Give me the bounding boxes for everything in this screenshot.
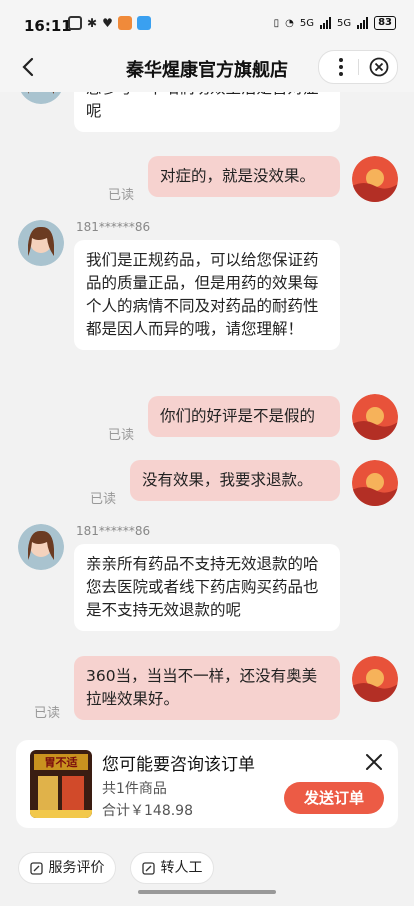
message-bubble: 您参考一下咱们功效主治是否对症呢 — [74, 92, 340, 132]
message-text: 360当，当当不一样，还没有奥美拉唑效果好。 — [86, 667, 318, 708]
status-right: ▯ ◔ 5G 5G 83 — [274, 16, 396, 30]
nfc-icon — [68, 16, 82, 30]
close-icon[interactable] — [364, 752, 384, 772]
battery-icon: 83 — [374, 16, 396, 30]
shield-app-icon — [117, 16, 132, 30]
message-text: 您参考一下咱们功效主治是否对症呢 — [86, 92, 319, 120]
agent-avatar[interactable] — [18, 92, 64, 104]
signal-icon — [319, 17, 331, 29]
vibrate-icon: ▯ — [273, 17, 280, 29]
wifi-icon: ◔ — [285, 17, 294, 29]
user-avatar[interactable] — [352, 656, 398, 702]
message-text: 对症的，就是没效果。 — [160, 167, 316, 185]
message-bubble: 360当，当当不一样，还没有奥美拉唑效果好。 — [74, 656, 340, 720]
order-title: 您可能要咨询该订单 — [102, 755, 255, 775]
message-text: 我们是正规药品，可以给您保证药品的质量正品，但是用药的效果每个人的病情不同及对药… — [86, 251, 319, 338]
message-text: 没有效果，我要求退款。 — [142, 471, 313, 489]
status-bar: 16:11 ✱ ♥ ▯ ◔ 5G 5G 83 — [0, 0, 414, 44]
bluetooth-icon: ✱ — [87, 16, 98, 30]
status-time: 16:11 — [24, 17, 72, 35]
thumb-label: 胃不适 — [45, 755, 78, 769]
heart-icon: ♥ — [102, 16, 113, 30]
home-indicator[interactable] — [138, 890, 276, 894]
quick-actions-bar: 服务评价 转人工 — [0, 844, 414, 906]
agent-avatar[interactable] — [18, 524, 64, 570]
agent-nickname: 181******86 — [76, 220, 151, 234]
message-bubble: 亲亲所有药品不支持无效退款的哈 您去医院或者线下药店购买药品也是不支持无效退款的… — [74, 544, 340, 631]
service-rating-label: 服务评价 — [48, 860, 105, 876]
service-rating-button[interactable]: 服务评价 — [18, 852, 116, 884]
order-item-count: 共1件商品 — [102, 781, 167, 797]
user-avatar[interactable] — [352, 394, 398, 440]
read-status: 已读 — [108, 188, 135, 203]
order-total: 合计￥148.98 — [102, 803, 193, 819]
agent-nickname: 181******86 — [76, 524, 151, 538]
mini-program-capsule — [318, 50, 398, 84]
transfer-human-button[interactable]: 转人工 — [130, 852, 214, 884]
agent-avatar[interactable] — [18, 220, 64, 266]
chat-area[interactable]: 您参考一下咱们功效主治是否对症呢 对症的，就是没效果。 已读 181******… — [0, 92, 414, 732]
user-avatar[interactable] — [352, 460, 398, 506]
order-suggestion-card[interactable]: 胃不适 您可能要咨询该订单 共1件商品 合计￥148.98 发送订单 — [16, 740, 398, 828]
network-label-2: 5G — [336, 17, 352, 29]
book-app-icon — [136, 16, 151, 30]
message-bubble: 你们的好评是不是假的 — [148, 396, 340, 437]
capsule-divider — [358, 59, 359, 75]
signal-icon-2 — [357, 17, 369, 29]
status-notification-icons: ✱ ♥ — [68, 16, 151, 30]
message-bubble: 没有效果，我要求退款。 — [130, 460, 340, 501]
close-circle-icon[interactable] — [369, 57, 389, 77]
transfer-human-label: 转人工 — [160, 860, 203, 876]
message-bubble: 对症的，就是没效果。 — [148, 156, 340, 197]
read-status: 已读 — [34, 706, 61, 721]
edit-icon — [141, 861, 155, 875]
more-icon[interactable] — [339, 58, 343, 79]
edit-icon — [29, 861, 43, 875]
send-order-button[interactable]: 发送订单 — [284, 782, 384, 814]
message-bubble: 我们是正规药品，可以给您保证药品的质量正品，但是用药的效果每个人的病情不同及对药… — [74, 240, 340, 350]
message-text: 亲亲所有药品不支持无效退款的哈 您去医院或者线下药店购买药品也是不支持无效退款的… — [86, 555, 319, 619]
read-status: 已读 — [108, 428, 135, 443]
network-label: 5G — [299, 17, 314, 29]
user-avatar[interactable] — [352, 156, 398, 202]
product-thumbnail[interactable]: 胃不适 — [30, 750, 92, 818]
message-text: 你们的好评是不是假的 — [160, 407, 316, 425]
chat-header: 秦华煋康官方旗舰店 — [0, 44, 414, 92]
read-status: 已读 — [90, 492, 117, 507]
